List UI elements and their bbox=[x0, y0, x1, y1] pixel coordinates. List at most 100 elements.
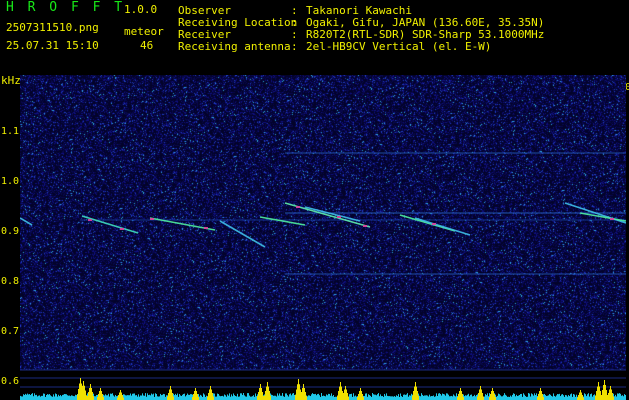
histogram-bar bbox=[199, 396, 200, 400]
histogram-peak bbox=[265, 391, 266, 400]
y-tick-label: 0.7 bbox=[1, 326, 19, 337]
histogram-peak bbox=[257, 396, 258, 400]
histogram-bar bbox=[557, 394, 558, 400]
histogram-peak bbox=[93, 396, 94, 400]
histogram-bar bbox=[157, 396, 158, 400]
histogram-peak bbox=[264, 395, 265, 400]
histogram-peak bbox=[491, 391, 492, 400]
histogram-peak bbox=[303, 384, 304, 400]
histogram-bar bbox=[432, 396, 433, 400]
histogram-bar bbox=[283, 396, 284, 400]
histogram-bar bbox=[350, 394, 351, 400]
histogram-bar bbox=[405, 394, 406, 400]
histogram-bar bbox=[376, 395, 377, 400]
histogram-bar bbox=[403, 394, 404, 400]
histogram-bar bbox=[248, 393, 249, 400]
histogram-bar bbox=[244, 395, 245, 400]
histogram-bar bbox=[285, 393, 286, 400]
histogram-bar bbox=[116, 396, 117, 400]
histogram-peak bbox=[542, 394, 543, 400]
histogram-bar bbox=[552, 396, 553, 400]
histogram-bar bbox=[174, 395, 175, 400]
histogram-bar bbox=[437, 395, 438, 400]
histogram-bar bbox=[43, 393, 44, 400]
histogram-bar bbox=[391, 396, 392, 400]
histogram-bar bbox=[216, 396, 217, 400]
histogram-peak bbox=[118, 395, 119, 400]
histogram-bar bbox=[204, 394, 205, 400]
histogram-bar bbox=[44, 393, 45, 400]
histogram-bar bbox=[445, 395, 446, 400]
histogram-bar bbox=[550, 394, 551, 400]
histogram-bar bbox=[516, 394, 517, 400]
histogram-bar bbox=[471, 394, 472, 400]
histogram-bar bbox=[247, 393, 248, 400]
histogram-bar bbox=[138, 394, 139, 400]
histogram-bar bbox=[237, 393, 238, 400]
histogram-bar bbox=[21, 396, 22, 400]
histogram-peak bbox=[196, 391, 197, 400]
histogram-peak bbox=[480, 386, 481, 400]
histogram-bar bbox=[449, 396, 450, 400]
histogram-bar bbox=[313, 393, 314, 400]
histogram-bar bbox=[95, 396, 96, 400]
histogram-bar bbox=[322, 396, 323, 400]
histogram-bar bbox=[390, 396, 391, 400]
histogram-bar bbox=[529, 393, 530, 400]
meteor-echo bbox=[219, 220, 266, 248]
histogram-bar bbox=[325, 396, 326, 400]
histogram-bar bbox=[368, 394, 369, 400]
histogram-bar bbox=[393, 396, 394, 400]
histogram-bar bbox=[227, 394, 228, 400]
histogram-peak bbox=[604, 380, 605, 400]
histogram-bar bbox=[563, 395, 564, 400]
histogram-peak bbox=[172, 393, 173, 400]
histogram-bar bbox=[129, 395, 130, 400]
histogram-bar bbox=[321, 393, 322, 400]
histogram-bar bbox=[452, 396, 453, 400]
histogram-peak bbox=[477, 396, 478, 400]
histogram-bar bbox=[476, 395, 477, 400]
histogram-bar bbox=[388, 396, 389, 400]
histogram-peak bbox=[490, 394, 491, 400]
histogram-bar bbox=[126, 395, 127, 400]
histogram-peak bbox=[262, 392, 263, 400]
histogram-peak bbox=[607, 396, 608, 400]
histogram-peak bbox=[90, 384, 91, 400]
histogram-bar bbox=[224, 394, 225, 400]
histogram-bar bbox=[411, 393, 412, 400]
histogram-peak bbox=[580, 390, 581, 400]
histogram-bar bbox=[518, 395, 519, 400]
histogram-bar bbox=[273, 395, 274, 400]
histogram-bar bbox=[561, 394, 562, 400]
histogram-bar bbox=[32, 393, 33, 400]
histogram-bar bbox=[365, 393, 366, 400]
histogram-bar bbox=[500, 395, 501, 400]
histogram-bar bbox=[517, 396, 518, 400]
histogram-bar bbox=[232, 396, 233, 400]
histogram-bar bbox=[217, 393, 218, 400]
histogram-peak bbox=[266, 386, 267, 400]
histogram-peak bbox=[168, 393, 169, 400]
histogram-peak bbox=[170, 386, 171, 400]
histogram-bar bbox=[324, 395, 325, 400]
histogram-bar bbox=[594, 394, 595, 400]
histogram-peak bbox=[460, 388, 461, 400]
histogram-peak bbox=[610, 386, 611, 400]
histogram-bar bbox=[134, 393, 135, 400]
histogram-peak bbox=[302, 388, 303, 400]
histogram-bar bbox=[108, 393, 109, 400]
histogram-bar bbox=[468, 393, 469, 400]
histogram-peak bbox=[169, 389, 170, 400]
histogram-bar bbox=[503, 395, 504, 400]
histogram-bar bbox=[421, 393, 422, 400]
histogram-peak bbox=[483, 396, 484, 400]
histogram-bar bbox=[222, 395, 223, 400]
histogram-bar bbox=[249, 395, 250, 400]
histogram-bar bbox=[309, 395, 310, 400]
histogram-bar bbox=[279, 393, 280, 400]
histogram-peak bbox=[461, 391, 462, 400]
histogram-bar bbox=[185, 396, 186, 400]
histogram-peak bbox=[459, 391, 460, 400]
histogram-peak bbox=[581, 392, 582, 400]
